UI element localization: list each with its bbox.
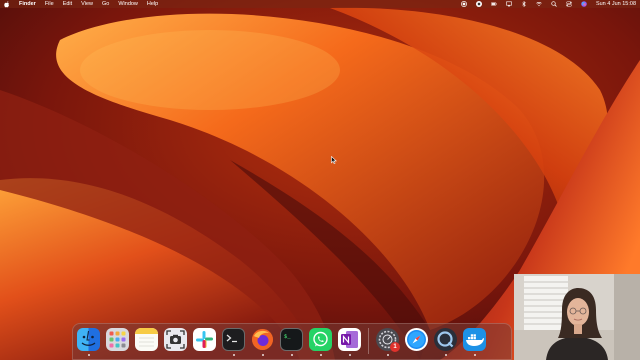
mouse-cursor-icon <box>331 151 337 165</box>
active-app-name[interactable]: Finder <box>19 1 36 7</box>
running-indicator <box>319 354 322 356</box>
onenote-icon <box>338 328 361 351</box>
dock-item-whatsapp[interactable] <box>309 328 332 356</box>
menu-view[interactable]: View <box>81 1 93 7</box>
firefox-icon <box>251 328 274 351</box>
dock-item-launchpad[interactable] <box>106 328 129 351</box>
dock-item-finder[interactable] <box>77 328 100 356</box>
menu-file[interactable]: File <box>45 1 54 7</box>
bluetooth-icon[interactable] <box>521 1 527 7</box>
docker-icon <box>463 328 486 351</box>
running-indicator <box>87 354 90 356</box>
dock-separator <box>368 328 369 354</box>
quicktime-icon <box>434 328 457 351</box>
launchpad-icon <box>106 328 129 351</box>
search-icon[interactable] <box>551 1 557 7</box>
dock-item-slack[interactable] <box>193 328 216 351</box>
dock-item-quicktime[interactable] <box>434 328 457 356</box>
running-indicator <box>473 354 476 356</box>
running-indicator <box>348 354 351 356</box>
menubar-clock[interactable]: Sun 4 Jun 15:08 <box>596 1 636 7</box>
stop-icon[interactable] <box>475 1 482 7</box>
webcam-overlay <box>514 274 640 360</box>
display-icon[interactable] <box>506 1 512 7</box>
siri-icon[interactable] <box>581 1 587 7</box>
notification-badge: 1 <box>390 342 400 352</box>
dock-item-screenshot[interactable] <box>164 328 187 351</box>
running-indicator <box>290 354 293 356</box>
dock-item-notes[interactable] <box>135 328 158 351</box>
dock-item-system-preferences[interactable]: 1 <box>376 328 400 356</box>
dock-item-terminal[interactable] <box>222 328 245 356</box>
whatsapp-icon <box>309 328 332 351</box>
menu-window[interactable]: Window <box>118 1 138 7</box>
screenshot-icon <box>164 328 187 351</box>
battery-icon[interactable] <box>491 1 497 7</box>
dock-item-firefox[interactable] <box>251 328 274 356</box>
slack-icon <box>193 328 216 351</box>
record-icon[interactable] <box>460 1 467 7</box>
menu-go[interactable]: Go <box>102 1 109 7</box>
menu-edit[interactable]: Edit <box>63 1 72 7</box>
running-indicator <box>444 354 447 356</box>
running-indicator <box>386 354 389 356</box>
wifi-icon[interactable] <box>536 1 542 7</box>
svg-text:$_: $_ <box>284 333 291 340</box>
dock-item-iterm[interactable]: $_ <box>280 328 303 356</box>
dock-item-safari[interactable] <box>405 328 428 351</box>
terminal-icon <box>222 328 245 351</box>
apple-menu-icon[interactable] <box>4 0 10 8</box>
safari-icon <box>405 328 428 351</box>
dock-item-onenote[interactable] <box>338 328 361 356</box>
running-indicator <box>261 354 264 356</box>
notes-icon <box>135 328 158 351</box>
control-center-icon[interactable] <box>566 1 572 7</box>
menu-help[interactable]: Help <box>147 1 158 7</box>
finder-icon <box>77 328 100 351</box>
iterm-icon: $_ <box>280 328 303 351</box>
menu-bar: Finder File Edit View Go Window Help Sun… <box>0 0 640 8</box>
running-indicator <box>232 354 235 356</box>
dock-item-docker[interactable] <box>463 328 486 356</box>
dock: $_ 1 <box>72 323 512 360</box>
